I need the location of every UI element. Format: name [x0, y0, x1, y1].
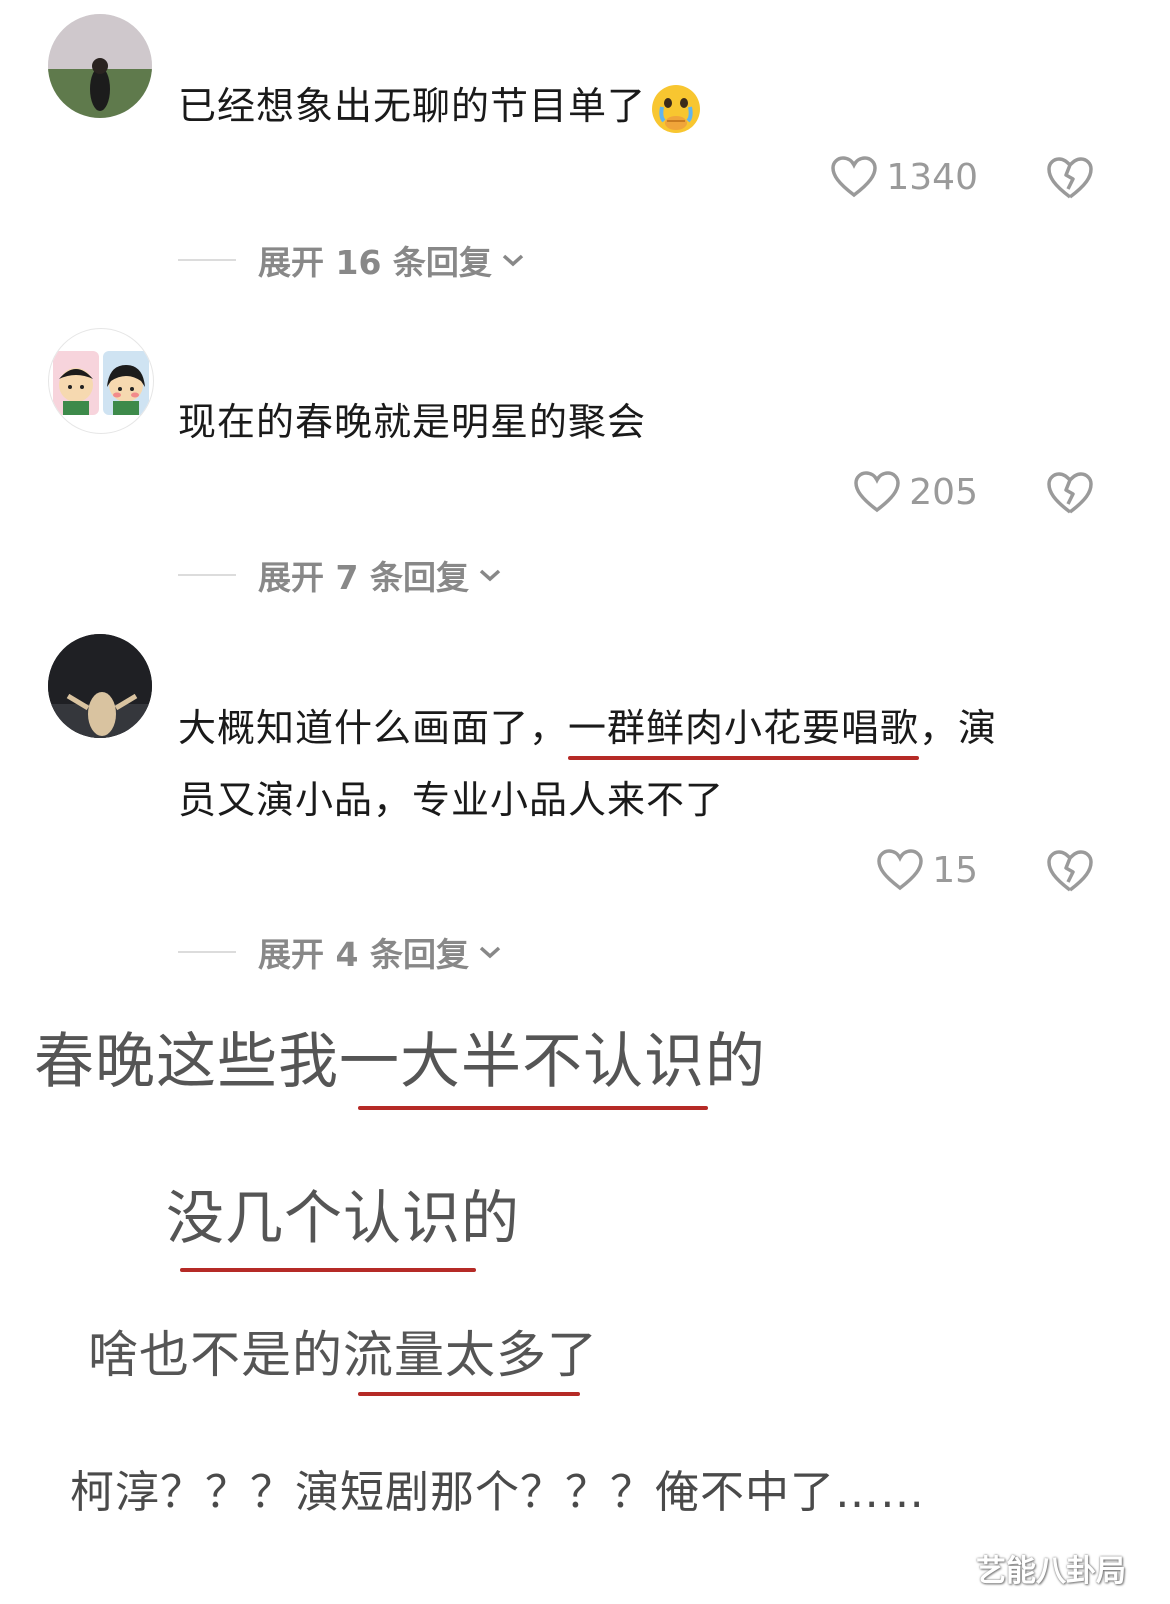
snippet-2-underline — [180, 1268, 476, 1272]
expand-replies-button[interactable]: 展开 4 条回复 — [178, 928, 503, 976]
divider — [178, 259, 236, 261]
comment-text-pre: 大概知道什么画面了， — [178, 706, 569, 750]
snippet-4: 柯淳？？？演短剧那个？？？俺不中了…… — [70, 1467, 925, 1518]
like-count: 205 — [909, 471, 978, 513]
broken-heart-icon[interactable] — [1046, 848, 1094, 894]
like-count: 15 — [932, 849, 978, 891]
comment-text-line2: 员又演小品，专业小品人来不了 — [178, 778, 725, 822]
snippet-1-underline — [358, 1106, 708, 1110]
comment-text: 大概知道什么画面了，一群鲜肉小花要唱歌，演 员又演小品，专业小品人来不了 — [178, 692, 1098, 836]
divider — [178, 951, 236, 953]
snippet-1: 春晚这些我一大半不认识的 — [34, 1027, 766, 1097]
expand-replies-button[interactable]: 展开 7 条回复 — [178, 551, 503, 599]
comment-text-content: 现在的春晚就是明星的聚会 — [178, 400, 647, 444]
expand-replies-label: 展开 16 条回复 — [258, 243, 492, 282]
divider — [178, 574, 236, 576]
comment-text: 已经想象出无聊的节目单了 — [178, 70, 702, 142]
like-count: 1340 — [886, 156, 978, 198]
chevron-down-icon — [502, 254, 524, 267]
avatar[interactable] — [48, 328, 154, 434]
snippet-3: 啥也不是的流量太多了 — [88, 1326, 598, 1384]
chevron-down-icon — [479, 569, 501, 582]
like-button[interactable]: 205 — [853, 470, 978, 514]
expand-replies-label: 展开 7 条回复 — [258, 558, 469, 597]
chevron-down-icon — [479, 946, 501, 959]
heart-icon — [877, 849, 923, 891]
heart-icon — [854, 471, 901, 513]
like-button[interactable]: 15 — [876, 848, 978, 892]
broken-heart-icon[interactable] — [1046, 470, 1094, 516]
comment-text-content: 已经想象出无聊的节目单了 — [178, 84, 647, 128]
comment-text: 现在的春晚就是明星的聚会 — [178, 386, 646, 458]
highlighted-text: 一群鲜肉小花要唱歌 — [568, 692, 920, 764]
crying-face-emoji-icon — [652, 84, 701, 133]
snippet-2: 没几个认识的 — [166, 1184, 521, 1252]
like-button[interactable]: 1340 — [830, 155, 978, 199]
snippet-3-underline — [358, 1392, 580, 1396]
expand-replies-label: 展开 4 条回复 — [258, 935, 469, 974]
broken-heart-icon[interactable] — [1046, 155, 1094, 201]
watermark: 艺能八卦局 — [976, 1554, 1126, 1589]
avatar[interactable] — [48, 14, 152, 118]
expand-replies-button[interactable]: 展开 16 条回复 — [178, 236, 526, 284]
comment-text-post: ，演 — [919, 706, 998, 750]
heart-icon — [831, 156, 878, 198]
avatar[interactable] — [48, 634, 152, 738]
